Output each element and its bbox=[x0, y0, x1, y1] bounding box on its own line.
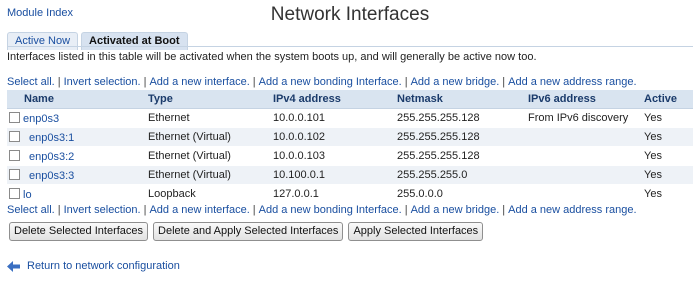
tab-active-now[interactable]: Active Now bbox=[7, 32, 79, 50]
apply-selected-button[interactable]: Apply Selected Interfaces bbox=[348, 222, 484, 241]
interface-ipv4: 10.0.0.101 bbox=[273, 108, 397, 128]
tab-bar: Active Now Activated at Boot bbox=[7, 32, 188, 50]
interface-active: Yes bbox=[644, 127, 693, 147]
interface-type: Ethernet (Virtual) bbox=[148, 127, 273, 147]
interface-active: Yes bbox=[644, 184, 693, 204]
interface-netmask: 255.0.0.0 bbox=[397, 184, 528, 204]
interface-type: Ethernet (Virtual) bbox=[148, 146, 273, 166]
column-header-netmask: Netmask bbox=[397, 90, 528, 109]
back-arrow-icon[interactable] bbox=[7, 260, 20, 272]
interface-type: Loopback bbox=[148, 184, 273, 204]
interfaces-table: Name Type IPv4 address Netmask IPv6 addr… bbox=[7, 90, 693, 204]
return-to-network-config-link[interactable]: Return to network configuration bbox=[27, 260, 180, 272]
table-row: enp0s3:1 Ethernet (Virtual) 10.0.0.102 2… bbox=[7, 127, 693, 147]
column-header-name: Name bbox=[7, 90, 148, 109]
action-buttons: Delete Selected Interfaces Delete and Ap… bbox=[9, 222, 484, 241]
interface-ipv6 bbox=[528, 127, 644, 147]
add-bonding-interface-link[interactable]: Add a new bonding Interface. bbox=[259, 76, 402, 88]
row-checkbox[interactable] bbox=[9, 187, 20, 199]
separator: | bbox=[404, 204, 408, 216]
add-bridge-link[interactable]: Add a new bridge. bbox=[411, 204, 500, 216]
add-interface-link[interactable]: Add a new interface. bbox=[149, 204, 249, 216]
interface-name-link[interactable]: enp0s3:2 bbox=[23, 151, 74, 163]
row-checkbox[interactable] bbox=[9, 149, 20, 161]
delete-apply-selected-button[interactable]: Delete and Apply Selected Interfaces bbox=[153, 222, 344, 241]
action-links-top: Select all. | Invert selection. | Add a new … bbox=[7, 76, 637, 88]
interface-name-link[interactable]: lo bbox=[23, 189, 32, 201]
action-links-bottom: Select all. | Invert selection. | Add a new … bbox=[7, 204, 637, 216]
add-address-range-link[interactable]: Add a new address range. bbox=[508, 204, 636, 216]
interface-ipv6 bbox=[528, 146, 644, 166]
interface-ipv4: 10.100.0.1 bbox=[273, 165, 397, 185]
interface-active: Yes bbox=[644, 108, 693, 128]
column-header-ipv6: IPv6 address bbox=[528, 90, 644, 109]
add-bridge-link[interactable]: Add a new bridge. bbox=[411, 76, 500, 88]
invert-selection-link[interactable]: Invert selection. bbox=[64, 204, 141, 216]
interface-type: Ethernet bbox=[148, 108, 273, 128]
invert-selection-link[interactable]: Invert selection. bbox=[64, 76, 141, 88]
interface-name-link[interactable]: enp0s3 bbox=[23, 113, 59, 125]
separator: | bbox=[57, 76, 61, 88]
return-link-row: Return to network configuration bbox=[7, 260, 180, 272]
tab-divider bbox=[7, 46, 693, 47]
interface-netmask: 255.255.255.0 bbox=[397, 165, 528, 185]
interface-ipv4: 10.0.0.103 bbox=[273, 146, 397, 166]
separator: | bbox=[57, 204, 61, 216]
table-row: enp0s3 Ethernet 10.0.0.101 255.255.255.1… bbox=[7, 108, 693, 128]
interface-netmask: 255.255.255.128 bbox=[397, 108, 528, 128]
separator: | bbox=[502, 76, 506, 88]
interface-ipv6 bbox=[528, 184, 644, 204]
delete-selected-button[interactable]: Delete Selected Interfaces bbox=[9, 222, 149, 241]
table-row: enp0s3:3 Ethernet (Virtual) 10.100.0.1 2… bbox=[7, 165, 693, 185]
column-header-ipv4: IPv4 address bbox=[273, 90, 397, 109]
table-description: Interfaces listed in this table will be … bbox=[7, 51, 537, 63]
add-address-range-link[interactable]: Add a new address range. bbox=[508, 76, 636, 88]
interface-name-link[interactable]: enp0s3:3 bbox=[23, 170, 74, 182]
add-bonding-interface-link[interactable]: Add a new bonding Interface. bbox=[259, 204, 402, 216]
row-checkbox[interactable] bbox=[9, 111, 20, 123]
select-all-link[interactable]: Select all. bbox=[7, 76, 55, 88]
row-checkbox[interactable] bbox=[9, 130, 20, 142]
separator: | bbox=[252, 76, 256, 88]
select-all-link[interactable]: Select all. bbox=[7, 204, 55, 216]
separator: | bbox=[252, 204, 256, 216]
interface-ipv6: From IPv6 discovery bbox=[528, 108, 644, 128]
page-title: Network Interfaces bbox=[270, 4, 430, 25]
interface-ipv4: 10.0.0.102 bbox=[273, 127, 397, 147]
row-checkbox[interactable] bbox=[9, 168, 20, 180]
interface-active: Yes bbox=[644, 165, 693, 185]
interface-ipv6 bbox=[528, 165, 644, 185]
column-header-type: Type bbox=[148, 90, 273, 109]
add-interface-link[interactable]: Add a new interface. bbox=[149, 76, 249, 88]
column-header-active: Active bbox=[644, 90, 693, 109]
separator: | bbox=[404, 76, 408, 88]
interface-ipv4: 127.0.0.1 bbox=[273, 184, 397, 204]
interface-netmask: 255.255.255.128 bbox=[397, 127, 528, 147]
interface-netmask: 255.255.255.128 bbox=[397, 146, 528, 166]
interface-active: Yes bbox=[644, 146, 693, 166]
table-row: lo Loopback 127.0.0.1 255.0.0.0 Yes bbox=[7, 184, 693, 204]
table-header-row: Name Type IPv4 address Netmask IPv6 addr… bbox=[7, 90, 693, 109]
table-row: enp0s3:2 Ethernet (Virtual) 10.0.0.103 2… bbox=[7, 146, 693, 166]
interface-name-link[interactable]: enp0s3:1 bbox=[23, 132, 74, 144]
interface-type: Ethernet (Virtual) bbox=[148, 165, 273, 185]
separator: | bbox=[502, 204, 506, 216]
tab-activated-at-boot[interactable]: Activated at Boot bbox=[81, 32, 188, 50]
